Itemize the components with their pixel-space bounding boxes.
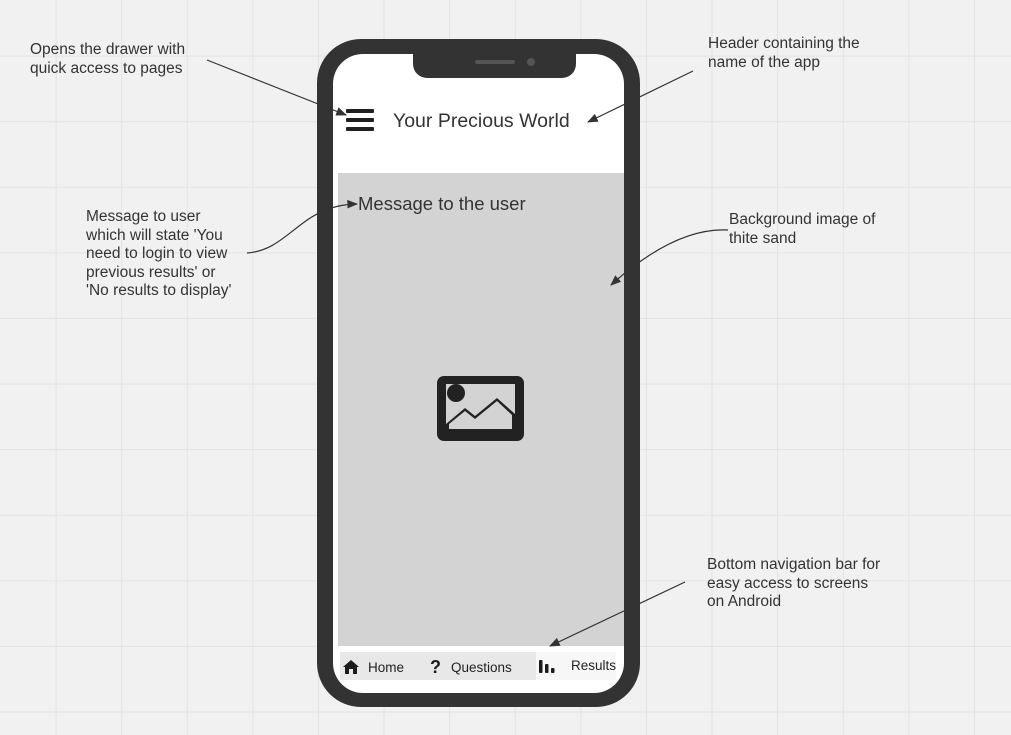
front-camera <box>527 58 535 66</box>
phone-screen: Your Precious World Message to the user … <box>333 54 624 693</box>
home-icon <box>343 660 359 674</box>
menu-bar <box>346 109 374 113</box>
annotation-bottom-nav: Bottom navigation bar for easy access to… <box>707 556 881 610</box>
phone-frame: Your Precious World Message to the user … <box>317 39 640 707</box>
menu-bar <box>346 118 374 122</box>
menu-bar <box>346 127 374 131</box>
nav-label-home: Home <box>368 660 405 675</box>
annotation-drawer: Opens the drawer with quick access to pa… <box>30 41 186 77</box>
image-placeholder-icon <box>437 376 524 441</box>
nav-item-home[interactable]: Home <box>340 652 424 680</box>
bottom-navigation-bar: Home ? Questions Results <box>340 652 616 680</box>
nav-label-results: Results <box>571 658 617 673</box>
background-image-placeholder: Message to the user <box>338 173 624 646</box>
phone-notch <box>413 54 576 78</box>
nav-item-questions[interactable]: ? Questions <box>424 652 534 680</box>
user-message: Message to the user <box>358 193 526 214</box>
bar-chart-icon <box>539 660 555 673</box>
hamburger-menu-icon[interactable] <box>346 108 374 134</box>
annotation-message: Message to user which will state 'You ne… <box>86 208 232 299</box>
speaker-grille <box>475 60 515 64</box>
question-icon: ? <box>430 657 441 677</box>
annotation-header: Header containing the name of the app <box>708 35 860 71</box>
annotation-background: Background image of thite sand <box>729 211 876 247</box>
nav-label-questions: Questions <box>451 660 512 675</box>
nav-item-results[interactable]: Results <box>536 652 616 680</box>
app-title: Your Precious World <box>393 110 570 132</box>
